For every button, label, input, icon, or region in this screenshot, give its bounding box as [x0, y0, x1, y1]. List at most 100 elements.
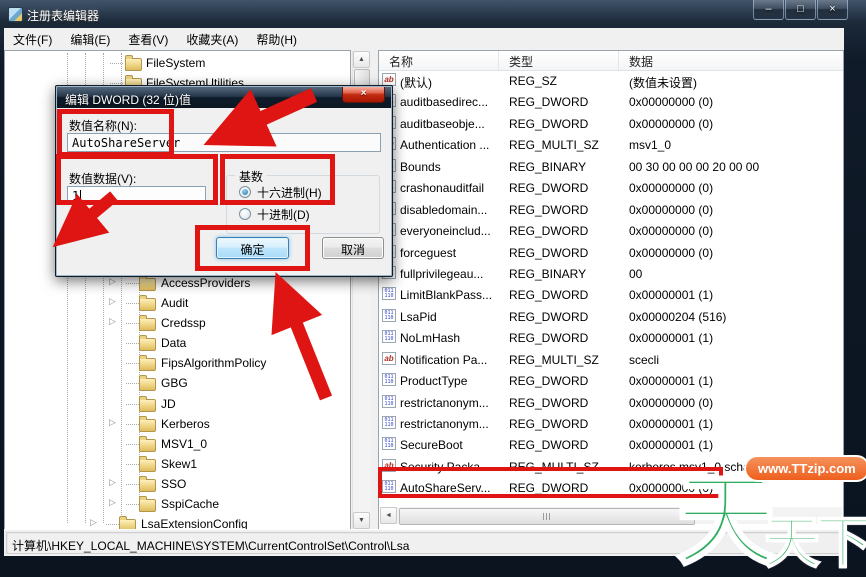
tree-item[interactable]: FipsAlgorithmPolicy	[5, 353, 350, 373]
cancel-button[interactable]: 取消	[322, 237, 384, 259]
tree-item-label: Kerberos	[161, 417, 210, 431]
radio-dec-label: 十进制(D)	[257, 206, 310, 223]
folder-icon	[139, 439, 156, 452]
value-name: everyoneinclud...	[400, 224, 500, 238]
value-type: REG_DWORD	[509, 374, 624, 388]
scroll-left-icon[interactable]: ◄	[380, 507, 397, 524]
registry-value-row[interactable]: NoLmHash REG_DWORD 0x00000001 (1)	[379, 327, 843, 348]
menu-item[interactable]: 文件(F)	[4, 28, 61, 50]
registry-value-row[interactable]: LimitBlankPass... REG_DWORD 0x00000001 (…	[379, 284, 843, 305]
tree-item-label: SSO	[161, 477, 186, 491]
value-name: Authentication ...	[400, 138, 500, 152]
value-name: Notification Pa...	[400, 353, 500, 367]
value-data: 0x00000000 (0)	[629, 246, 841, 260]
value-name: disabledomain...	[400, 203, 500, 217]
value-data: 0x00000000 (0)	[629, 396, 841, 410]
registry-value-row[interactable]: disabledomain... REG_DWORD 0x00000000 (0…	[379, 199, 843, 220]
column-header[interactable]: 名称	[379, 51, 499, 70]
radio-decimal[interactable]: 十进制(D)	[239, 207, 310, 221]
registry-value-row[interactable]: LsaPid REG_DWORD 0x00000204 (516)	[379, 306, 843, 327]
tree-item[interactable]: MSV1_0	[5, 434, 350, 454]
expander-icon[interactable]	[109, 317, 116, 326]
scroll-up-icon[interactable]: ▲	[353, 51, 370, 68]
value-name: forceguest	[400, 246, 500, 260]
tree-item[interactable]: LsaExtensionConfig	[5, 514, 350, 530]
dialog-close-button[interactable]: ×	[342, 87, 385, 103]
folder-icon	[139, 278, 156, 291]
scroll-down-icon[interactable]: ▼	[353, 512, 370, 529]
value-type: REG_DWORD	[509, 95, 624, 109]
tree-item[interactable]: Kerberos	[5, 414, 350, 434]
dialog-title[interactable]: 编辑 DWORD (32 位)值	[57, 87, 391, 108]
tree-item[interactable]: JD	[5, 394, 350, 414]
tree-item[interactable]: Skew1	[5, 454, 350, 474]
value-name: LimitBlankPass...	[400, 288, 500, 302]
value-type-icon	[382, 287, 396, 300]
close-button[interactable]: ×	[817, 0, 848, 20]
value-name: NoLmHash	[400, 331, 500, 345]
value-name: LsaPid	[400, 310, 500, 324]
menu-item[interactable]: 帮助(H)	[247, 28, 306, 50]
registry-value-row[interactable]: fullprivilegeau... REG_BINARY 00	[379, 263, 843, 284]
value-type: REG_DWORD	[509, 246, 624, 260]
tree-item[interactable]: GBG	[5, 373, 350, 393]
registry-value-row[interactable]: auditbasedirec... REG_DWORD 0x00000000 (…	[379, 91, 843, 112]
expander-icon[interactable]	[109, 277, 116, 286]
annotation-box-base-hex	[220, 154, 335, 205]
value-data: 00	[629, 267, 841, 281]
value-name: fullprivilegeau...	[400, 267, 500, 281]
registry-value-row[interactable]: everyoneinclud... REG_DWORD 0x00000000 (…	[379, 220, 843, 241]
registry-value-row[interactable]: Authentication ... REG_MULTI_SZ msv1_0	[379, 134, 843, 155]
watermark-logo-text: 天下载	[764, 515, 866, 571]
registry-value-row[interactable]: ProductType REG_DWORD 0x00000001 (1)	[379, 370, 843, 391]
menu-item[interactable]: 查看(V)	[119, 28, 177, 50]
expander-icon[interactable]	[109, 498, 116, 507]
value-type: REG_BINARY	[509, 160, 624, 174]
value-type: REG_DWORD	[509, 417, 624, 431]
expander-icon[interactable]	[90, 518, 97, 527]
menubar: 文件(F)编辑(E)查看(V)收藏夹(A)帮助(H)	[4, 28, 844, 51]
expander-icon[interactable]	[109, 478, 116, 487]
folder-icon	[139, 318, 156, 331]
registry-value-row[interactable]: (默认) REG_SZ (数值未设置)	[379, 70, 843, 91]
value-type: REG_SZ	[509, 74, 624, 88]
value-type: REG_MULTI_SZ	[509, 138, 624, 152]
horizontal-scrollbar-thumb[interactable]	[399, 508, 695, 525]
maximize-button[interactable]: □	[785, 0, 816, 20]
registry-value-row[interactable]: crashonauditfail REG_DWORD 0x00000000 (0…	[379, 177, 843, 198]
registry-value-row[interactable]: Bounds REG_BINARY 00 30 00 00 00 20 00 0…	[379, 156, 843, 177]
column-header[interactable]: 类型	[499, 51, 619, 70]
value-type-icon	[382, 437, 396, 450]
tree-item[interactable]: SspiCache	[5, 494, 350, 514]
value-name: Bounds	[400, 160, 500, 174]
registry-value-row[interactable]: restrictanonym... REG_DWORD 0x00000000 (…	[379, 392, 843, 413]
value-type: REG_DWORD	[509, 310, 624, 324]
menu-item[interactable]: 编辑(E)	[61, 28, 119, 50]
column-header[interactable]: 数据	[619, 51, 843, 70]
tree-item[interactable]: FileSystem	[5, 53, 350, 73]
value-type-icon	[382, 330, 396, 343]
tree-item[interactable]: Credssp	[5, 313, 350, 333]
tree-item-label: Credssp	[161, 316, 206, 330]
titlebar[interactable]: 注册表编辑器 – □ ×	[0, 0, 866, 28]
registry-value-row[interactable]: Notification Pa... REG_MULTI_SZ scecli	[379, 349, 843, 370]
folder-icon	[139, 419, 156, 432]
value-data: 0x00000001 (1)	[629, 331, 841, 345]
folder-icon	[139, 399, 156, 412]
menu-item[interactable]: 收藏夹(A)	[177, 28, 247, 50]
registry-value-row[interactable]: auditbaseobje... REG_DWORD 0x00000000 (0…	[379, 113, 843, 134]
value-name: ProductType	[400, 374, 500, 388]
tree-item[interactable]: Audit	[5, 293, 350, 313]
expander-icon[interactable]	[109, 297, 116, 306]
radio-unselected-icon[interactable]	[239, 208, 251, 220]
annotation-box-autoshare-row	[378, 467, 723, 498]
registry-value-row[interactable]: restrictanonym... REG_DWORD 0x00000001 (…	[379, 413, 843, 434]
value-type: REG_MULTI_SZ	[509, 353, 624, 367]
minimize-button[interactable]: –	[753, 0, 784, 20]
folder-icon	[139, 298, 156, 311]
expander-icon[interactable]	[109, 418, 116, 427]
registry-value-row[interactable]: forceguest REG_DWORD 0x00000000 (0)	[379, 242, 843, 263]
tree-item[interactable]: Data	[5, 333, 350, 353]
tree-item-label: GBG	[161, 376, 188, 390]
tree-item[interactable]: SSO	[5, 474, 350, 494]
